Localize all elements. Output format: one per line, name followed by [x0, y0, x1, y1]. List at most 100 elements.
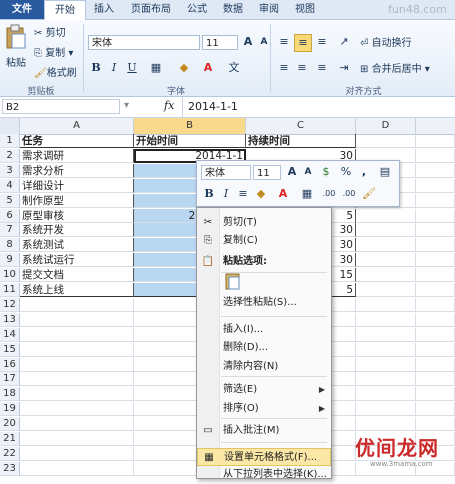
- fill-color-icon[interactable]: ◆: [176, 60, 192, 76]
- cell-a[interactable]: [20, 343, 134, 357]
- cell-d[interactable]: [356, 223, 416, 237]
- tab-page-layout[interactable]: 页面布局: [124, 0, 178, 19]
- cell-e[interactable]: [416, 328, 455, 342]
- mini-font-size-box[interactable]: 11: [253, 165, 281, 180]
- context-menu-item[interactable]: ▦ 设置单元格格式(F)...: [197, 448, 331, 466]
- mini-fill-color-icon[interactable]: ◆: [253, 186, 269, 202]
- column-header-e[interactable]: [416, 118, 455, 134]
- cell-e[interactable]: [416, 253, 455, 267]
- paste-option-icon[interactable]: [225, 272, 241, 290]
- row-header[interactable]: 17: [0, 372, 20, 386]
- cell-a[interactable]: 系统测试: [20, 238, 134, 252]
- cell-e[interactable]: [416, 238, 455, 252]
- cell-e[interactable]: [416, 402, 455, 416]
- mini-shrink-font-button[interactable]: A: [300, 164, 316, 180]
- context-menu-item[interactable]: ✂ 剪切(T): [197, 214, 331, 232]
- formula-input[interactable]: 2014-1-1: [188, 100, 238, 113]
- context-menu-item[interactable]: 删除(D)...: [197, 339, 331, 357]
- row-header[interactable]: 10: [0, 268, 20, 282]
- wrap-text-button[interactable]: ⏎ 自动换行: [360, 34, 412, 49]
- select-all-corner[interactable]: [0, 118, 20, 134]
- cell-a[interactable]: [20, 298, 134, 312]
- paste-button[interactable]: 粘贴: [6, 54, 26, 69]
- context-menu-item[interactable]: 筛选(E) ▶: [197, 381, 331, 399]
- mini-decrease-decimal-button[interactable]: .00: [341, 186, 357, 202]
- mini-percent-button[interactable]: %: [338, 164, 354, 180]
- row-header[interactable]: 14: [0, 328, 20, 342]
- cell-a[interactable]: [20, 358, 134, 372]
- underline-button[interactable]: U: [124, 60, 140, 76]
- mini-border-icon[interactable]: ▦: [299, 186, 315, 202]
- cell-e[interactable]: [416, 268, 455, 282]
- mini-align-icon[interactable]: ≡: [235, 186, 251, 202]
- cell-e[interactable]: [416, 343, 455, 357]
- cell-a[interactable]: [20, 328, 134, 342]
- cell-e[interactable]: [416, 134, 455, 148]
- cell-d[interactable]: [356, 298, 416, 312]
- cell-a[interactable]: [20, 387, 134, 401]
- context-menu-item[interactable]: 从下拉列表中选择(K)...: [197, 466, 331, 484]
- insert-function-icon[interactable]: fx: [164, 99, 174, 112]
- cell-d[interactable]: [356, 209, 416, 223]
- cell-d[interactable]: [356, 313, 416, 327]
- context-menu-item[interactable]: 排序(O) ▶: [197, 400, 331, 418]
- row-header[interactable]: 3: [0, 164, 20, 178]
- orientation-icon[interactable]: ↗: [336, 34, 352, 50]
- cell-c[interactable]: 持续时间: [246, 134, 356, 148]
- mini-font-name-box[interactable]: 宋体: [201, 165, 251, 180]
- cell-e[interactable]: [416, 194, 455, 208]
- context-menu-item[interactable]: 插入(I)...: [197, 321, 331, 339]
- cell-a[interactable]: [20, 313, 134, 327]
- mini-format-painter-icon[interactable]: 🖌: [361, 186, 377, 202]
- context-menu-item[interactable]: ⎘ 复制(C): [197, 232, 331, 250]
- cell-d[interactable]: [356, 328, 416, 342]
- row-header[interactable]: 18: [0, 387, 20, 401]
- cell-e[interactable]: [416, 387, 455, 401]
- font-color-icon[interactable]: A: [200, 60, 216, 76]
- cell-d[interactable]: [356, 253, 416, 267]
- row-header[interactable]: 12: [0, 298, 20, 312]
- mini-bold-button[interactable]: B: [201, 186, 217, 202]
- name-box[interactable]: B2: [2, 99, 120, 114]
- copy-button[interactable]: ⎘ 复制 ▾: [34, 44, 73, 59]
- row-header[interactable]: 5: [0, 194, 20, 208]
- cell-e[interactable]: [416, 358, 455, 372]
- row-header[interactable]: 20: [0, 417, 20, 431]
- cell-e[interactable]: [416, 372, 455, 386]
- cell-d[interactable]: [356, 238, 416, 252]
- align-right-icon[interactable]: ≡: [314, 60, 330, 76]
- phonetic-icon[interactable]: 文: [226, 60, 242, 76]
- cell-a[interactable]: [20, 372, 134, 386]
- cell-b[interactable]: 开始时间: [134, 134, 246, 148]
- format-painter-button[interactable]: 🖌格式刷: [34, 64, 77, 79]
- row-header[interactable]: 4: [0, 179, 20, 193]
- mini-font-color-icon[interactable]: A: [275, 186, 291, 202]
- cell-a[interactable]: [20, 402, 134, 416]
- grow-font-icon[interactable]: A: [240, 34, 256, 50]
- column-header-b[interactable]: B: [134, 118, 246, 134]
- column-header-a[interactable]: A: [20, 118, 134, 134]
- row-header[interactable]: 2: [0, 149, 20, 163]
- indent-icon[interactable]: ⇥: [336, 60, 352, 76]
- border-icon[interactable]: ▦: [148, 60, 164, 76]
- cell-e[interactable]: [416, 298, 455, 312]
- tab-view[interactable]: 视图: [288, 0, 322, 19]
- tab-review[interactable]: 审阅: [252, 0, 286, 19]
- paste-icon[interactable]: [4, 24, 28, 50]
- row-header[interactable]: 22: [0, 447, 20, 461]
- align-center-icon[interactable]: ≡: [294, 60, 310, 76]
- tab-data[interactable]: 数据: [216, 0, 250, 19]
- cell-e[interactable]: [416, 313, 455, 327]
- cell-e[interactable]: [416, 417, 455, 431]
- cell-e[interactable]: [416, 283, 455, 297]
- tab-file[interactable]: 文件: [0, 0, 44, 19]
- cell-a[interactable]: 制作原型: [20, 194, 134, 208]
- cell-a[interactable]: [20, 447, 134, 461]
- italic-button[interactable]: I: [106, 60, 122, 76]
- cell-a[interactable]: 系统开发: [20, 223, 134, 237]
- cell-a[interactable]: 需求调研: [20, 149, 134, 163]
- cell-e[interactable]: [416, 149, 455, 163]
- mini-format-icon[interactable]: ▤: [377, 164, 393, 180]
- cell-a[interactable]: [20, 417, 134, 431]
- mini-currency-button[interactable]: $: [318, 164, 334, 180]
